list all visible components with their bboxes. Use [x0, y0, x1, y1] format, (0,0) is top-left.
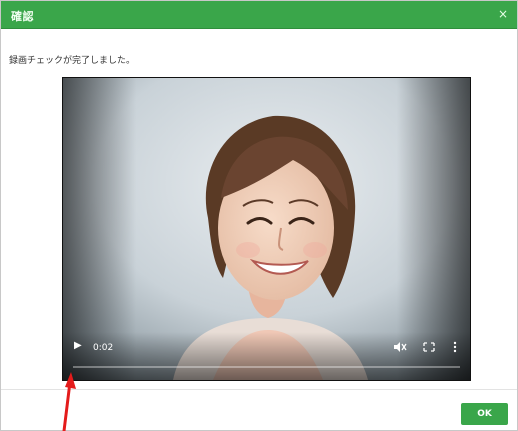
video-controls: ▶ 0:02: [63, 332, 470, 380]
fullscreen-icon[interactable]: [422, 341, 436, 353]
play-icon[interactable]: ▶: [74, 340, 86, 352]
video-player[interactable]: ▶ 0:02: [62, 77, 471, 381]
ok-button[interactable]: OK: [461, 403, 508, 425]
more-icon[interactable]: [448, 341, 462, 353]
dialog-body: 録画チェックが完了しました。 ▶ 0:02: [1, 29, 517, 389]
fullscreen-icon-svg: [423, 342, 435, 352]
mute-icon-svg: [394, 342, 407, 352]
dialog-title: 確認: [11, 10, 34, 23]
progress-bar[interactable]: [73, 366, 460, 368]
mute-icon[interactable]: [393, 341, 407, 353]
more-icon-svg: [453, 341, 457, 353]
close-button[interactable]: ×: [498, 7, 508, 21]
footer-divider: [1, 389, 517, 390]
dialog-titlebar: 確認 ×: [1, 1, 517, 29]
video-time: 0:02: [93, 343, 114, 353]
confirm-dialog: 確認 × 録画チェックが完了しました。 ▶ 0:02 OK: [0, 0, 518, 431]
status-message: 録画チェックが完了しました。: [9, 56, 136, 66]
